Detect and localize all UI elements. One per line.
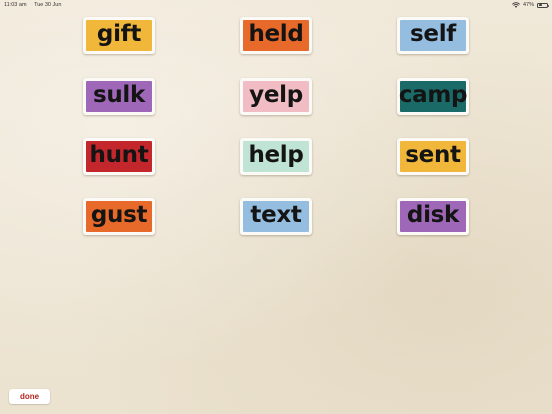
status-time: 11:03 am — [4, 2, 27, 8]
card-color-panel: gift — [86, 20, 152, 51]
word-card-gust[interactable]: gust — [83, 198, 155, 235]
card-word: hunt — [89, 142, 149, 168]
card-color-panel: self — [400, 20, 466, 51]
word-card-text[interactable]: text — [240, 198, 312, 235]
battery-icon — [537, 2, 550, 8]
card-word: held — [248, 21, 304, 47]
card-word: gust — [90, 202, 148, 228]
status-right: 47% — [512, 2, 550, 8]
card-word: self — [410, 21, 456, 47]
status-bar: 11:03 am Tue 30 Jun 47% — [0, 0, 552, 10]
word-card-hunt[interactable]: hunt — [83, 138, 155, 175]
card-color-panel: gust — [86, 201, 152, 232]
card-word: text — [250, 202, 302, 228]
word-card-gift[interactable]: gift — [83, 17, 155, 54]
card-word: camp — [398, 82, 468, 108]
card-word: sent — [405, 142, 461, 168]
word-card-help[interactable]: help — [240, 138, 312, 175]
card-word: sulk — [92, 82, 146, 108]
status-date: Tue 30 Jun — [34, 2, 62, 8]
word-card-camp[interactable]: camp — [397, 78, 469, 115]
card-color-panel: camp — [398, 81, 468, 112]
word-card-sulk[interactable]: sulk — [83, 78, 155, 115]
wifi-icon — [512, 2, 520, 8]
card-color-panel: held — [243, 20, 309, 51]
word-card-held[interactable]: held — [240, 17, 312, 54]
card-word: yelp — [249, 82, 303, 108]
card-word: disk — [406, 202, 460, 228]
done-button[interactable]: done — [9, 389, 50, 404]
card-color-panel: hunt — [86, 141, 152, 172]
word-card-self[interactable]: self — [397, 17, 469, 54]
word-card-disk[interactable]: disk — [397, 198, 469, 235]
battery-percent: 47% — [522, 2, 534, 8]
card-word: gift — [96, 21, 142, 47]
word-card-sent[interactable]: sent — [397, 138, 469, 175]
card-color-panel: sulk — [86, 81, 152, 112]
card-color-panel: sent — [400, 141, 466, 172]
status-left: 11:03 am Tue 30 Jun — [4, 2, 61, 8]
card-color-panel: help — [243, 141, 309, 172]
card-color-panel: text — [243, 201, 309, 232]
card-color-panel: yelp — [243, 81, 309, 112]
card-color-panel: disk — [400, 201, 466, 232]
word-card-yelp[interactable]: yelp — [240, 78, 312, 115]
card-word: help — [248, 142, 304, 168]
